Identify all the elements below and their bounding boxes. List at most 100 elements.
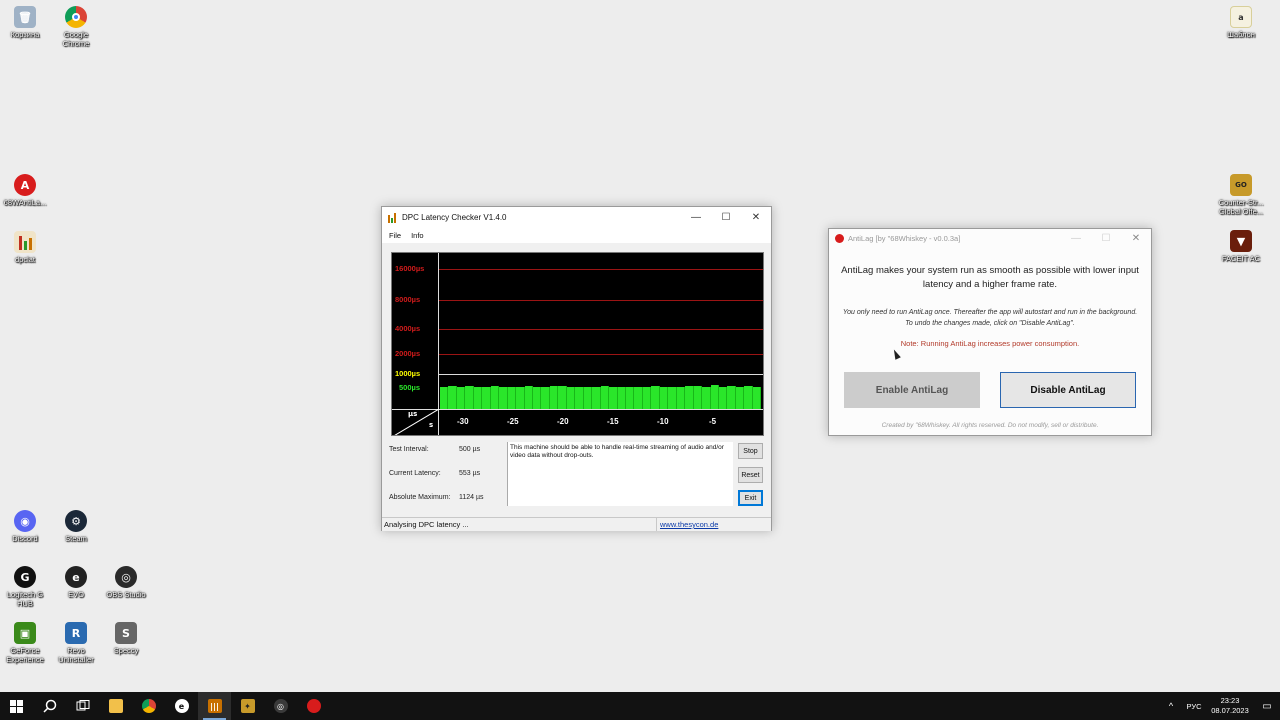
ghub-icon: G: [14, 566, 36, 588]
minimize-button[interactable]: —: [681, 207, 711, 228]
desktop-icon-speccy[interactable]: S Speccy: [101, 622, 151, 655]
dpc-titlebar[interactable]: DPC Latency Checker V1.4.0 — ☐ ✕: [382, 207, 771, 228]
antilag-minimize-button[interactable]: —: [1061, 229, 1091, 247]
graph-x-axis: [392, 409, 763, 410]
dpclat-app-icon: [388, 212, 398, 223]
absolute-maximum-value: 1124 µs: [459, 494, 484, 501]
desktop-icon-steam[interactable]: ⚙ Steam: [51, 510, 101, 543]
tray-overflow-icon[interactable]: ^: [1160, 701, 1182, 711]
gridline-4000: [439, 329, 763, 330]
taskbar-antilag[interactable]: [297, 692, 330, 720]
taskbar-explorer[interactable]: [99, 692, 132, 720]
x-tick-15: -15: [607, 417, 619, 426]
y-label-1000: 1000µs: [395, 369, 421, 378]
desktop-icon-revo[interactable]: R Revo Uninstaller: [51, 622, 101, 664]
language-indicator[interactable]: РУС: [1182, 702, 1206, 711]
evo-icon: e: [174, 699, 189, 713]
desktop-icon-obs[interactable]: ◎ OBS Studio: [101, 566, 151, 599]
notifications-icon[interactable]: ▭: [1254, 701, 1280, 712]
evo-icon: e: [65, 566, 87, 588]
taskbar-evo[interactable]: e: [165, 692, 198, 720]
latency-bar: [507, 387, 517, 409]
latency-bar: [685, 386, 694, 409]
revo-icon: R: [65, 622, 87, 644]
latency-bar: [718, 386, 728, 409]
antilag-power-note: Note: Running AntiLag increases power co…: [900, 339, 1080, 348]
chrome-icon: [65, 6, 87, 28]
disable-antilag-button[interactable]: Disable AntiLag: [1000, 372, 1136, 408]
desktop-icon-antilag[interactable]: A 68WAntiLa...: [0, 174, 50, 207]
latency-bar: [440, 387, 449, 409]
dpclat-icon: |||: [207, 699, 222, 713]
dpc-latency-window: DPC Latency Checker V1.4.0 — ☐ ✕ File In…: [381, 206, 772, 531]
task-view-button[interactable]: [66, 692, 99, 720]
dpclat-icon: [14, 231, 36, 253]
latency-bar: [617, 386, 626, 409]
taskbar-obs[interactable]: ◎: [264, 692, 297, 720]
test-interval-label: Test Interval:: [389, 446, 429, 453]
obs-icon: ◎: [273, 699, 288, 713]
antilag-app-icon: [835, 233, 844, 243]
latency-bar: [566, 386, 576, 409]
folder-icon: a: [1230, 6, 1252, 28]
latency-bar: [558, 386, 567, 409]
unit-label-s: s: [429, 421, 434, 429]
latency-bar: [465, 385, 474, 409]
statusbar-divider: [656, 518, 657, 531]
desktop-icon-chrome[interactable]: Google Chrome: [51, 6, 101, 48]
latency-bar: [448, 386, 457, 409]
latency-bar: [676, 386, 686, 409]
desktop-icon-geforce[interactable]: ▣ GeForce Experience: [0, 622, 50, 664]
latency-bar: [634, 387, 643, 409]
maximize-button[interactable]: ☐: [711, 207, 741, 228]
latency-bar: [592, 386, 601, 409]
latency-bar: [727, 386, 736, 409]
exit-button[interactable]: Exit: [738, 490, 763, 506]
enable-antilag-button[interactable]: Enable AntiLag: [844, 372, 980, 408]
gridline-8000: [439, 300, 763, 301]
desktop-icon-recycle-bin[interactable]: 🗑 Корзина: [0, 6, 50, 39]
latency-bar: [659, 386, 669, 409]
reset-button[interactable]: Reset: [738, 467, 763, 483]
latency-bar: [668, 386, 677, 409]
x-tick-30: -30: [457, 417, 469, 426]
taskbar: e ||| ✦ ◎ ^ РУС 23:23 08.07.2023 ▭: [0, 692, 1280, 720]
desktop-icon-discord[interactable]: ◉ Discord: [0, 510, 50, 543]
latency-bar: [752, 386, 762, 409]
result-message: This machine should be able to handle re…: [507, 442, 733, 506]
thesycon-link[interactable]: www.thesycon.de: [660, 520, 718, 529]
search-button[interactable]: [33, 692, 66, 720]
antilag-instructions: You only need to run AntiLag once. There…: [842, 309, 1138, 327]
speccy-icon: S: [115, 622, 137, 644]
test-interval-value: 500 µs: [459, 446, 481, 453]
desktop-icon-csgo[interactable]: GO Counter-Str... Global Offe...: [1216, 174, 1266, 216]
clock[interactable]: 23:23 08.07.2023: [1206, 696, 1254, 716]
taskbar-dpclat[interactable]: |||: [198, 692, 231, 720]
antilag-close-button[interactable]: ✕: [1121, 229, 1151, 247]
latency-bar: [516, 386, 525, 409]
faceit-icon: ▼: [1230, 230, 1252, 252]
desktop-icon-ghub[interactable]: G Logitech G HUB: [0, 566, 50, 608]
latency-bar: [456, 386, 466, 409]
discord-icon: ◉: [14, 510, 36, 532]
desktop-icon-dpclat[interactable]: dpclat: [0, 231, 50, 264]
desktop-icon-faceit[interactable]: ▼ FACEIT AC: [1216, 230, 1266, 263]
antilag-titlebar[interactable]: AntiLag [by "68Whiskey - v0.0.3a] — ☐ ✕: [829, 229, 1151, 247]
menu-file[interactable]: File: [389, 231, 401, 240]
absolute-maximum-label: Absolute Maximum:: [389, 494, 451, 501]
current-latency-label: Current Latency:: [389, 470, 441, 477]
desktop-icon-template[interactable]: a Шаблон: [1216, 6, 1266, 39]
x-tick-25: -25: [507, 417, 519, 426]
menu-info[interactable]: Info: [411, 231, 424, 240]
taskbar-csgo[interactable]: ✦: [231, 692, 264, 720]
start-button[interactable]: [0, 692, 33, 720]
stop-button[interactable]: Stop: [738, 443, 763, 459]
gridline-2000: [439, 354, 763, 355]
desktop-icon-evo[interactable]: e EVO: [51, 566, 101, 599]
steam-icon: ⚙: [65, 510, 87, 532]
antilag-maximize-button[interactable]: ☐: [1091, 229, 1121, 247]
latency-bar: [735, 386, 745, 409]
close-button[interactable]: ✕: [741, 207, 771, 228]
gridline-1000: [439, 374, 763, 375]
taskbar-chrome[interactable]: [132, 692, 165, 720]
